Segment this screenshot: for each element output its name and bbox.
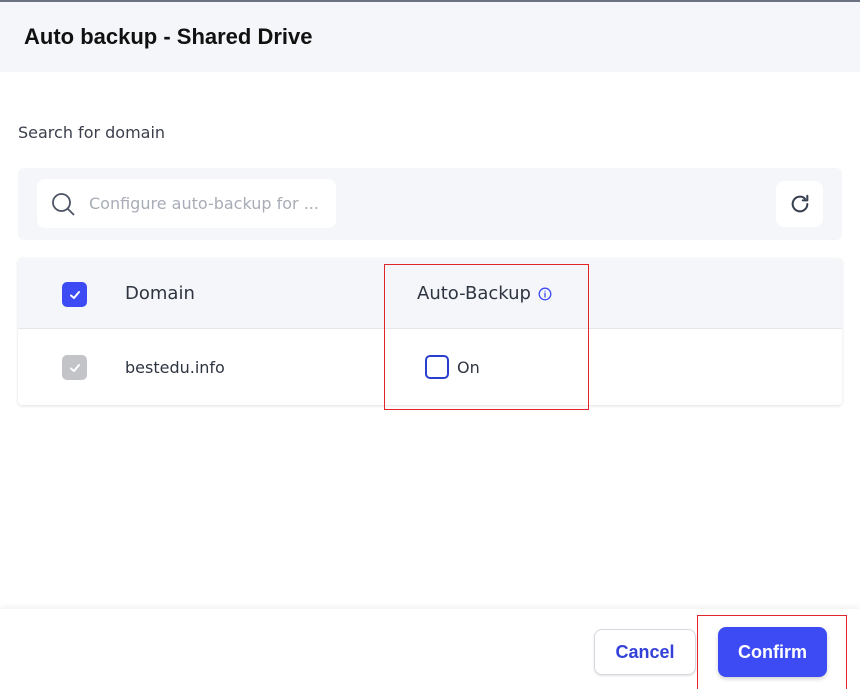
- refresh-button[interactable]: [776, 181, 823, 227]
- check-icon: [69, 290, 80, 299]
- info-icon[interactable]: [538, 287, 552, 301]
- search-box[interactable]: [37, 179, 336, 228]
- search-input[interactable]: [89, 179, 329, 228]
- cancel-button[interactable]: Cancel: [594, 629, 696, 675]
- check-icon: [69, 363, 80, 372]
- select-all-checkbox[interactable]: [62, 282, 87, 307]
- auto-backup-dialog: Auto backup - Shared Drive Search for do…: [0, 0, 860, 689]
- search-bar: [18, 168, 842, 240]
- auto-backup-label: On: [457, 358, 480, 377]
- refresh-icon: [791, 194, 808, 213]
- auto-backup-checkbox[interactable]: [425, 355, 449, 379]
- domain-table: Domain Auto-Backup bestedu.info On: [18, 258, 842, 405]
- column-header-domain: Domain: [125, 283, 195, 304]
- row-select-checkbox[interactable]: [62, 355, 87, 380]
- search-label: Search for domain: [18, 123, 166, 142]
- column-header-auto-backup: Auto-Backup: [417, 283, 552, 304]
- column-header-auto-backup-label: Auto-Backup: [417, 283, 531, 304]
- search-icon: [52, 193, 75, 216]
- dialog-title: Auto backup - Shared Drive: [24, 24, 313, 49]
- row-domain-name: bestedu.info: [125, 358, 225, 377]
- table-header: Domain Auto-Backup: [18, 258, 842, 329]
- table-row: bestedu.info On: [18, 330, 842, 405]
- dialog-footer: Cancel Confirm: [0, 609, 860, 689]
- dialog-header: Auto backup - Shared Drive: [0, 2, 860, 72]
- confirm-button[interactable]: Confirm: [718, 627, 827, 677]
